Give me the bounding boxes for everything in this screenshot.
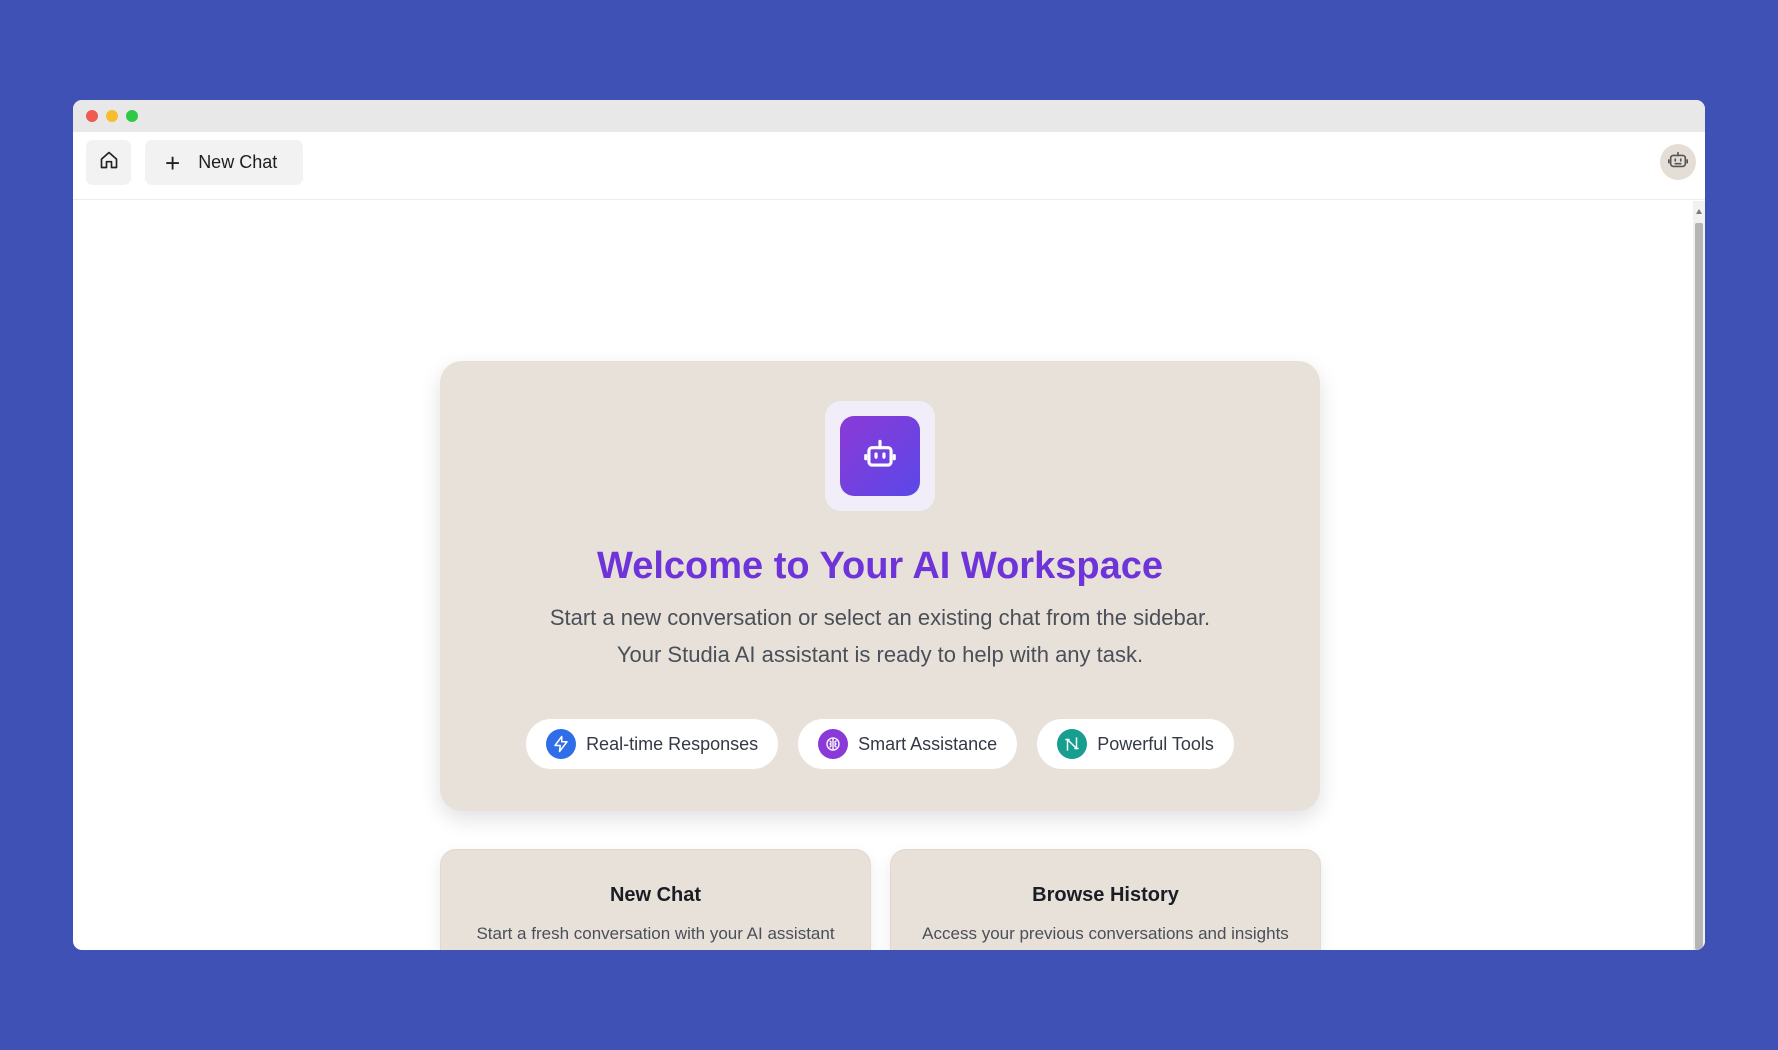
page-title: Welcome to Your AI Workspace (597, 545, 1163, 587)
feature-pill-label: Smart Assistance (858, 733, 998, 754)
lightning-icon (546, 729, 577, 759)
card-title: New Chat (609, 884, 702, 906)
subtitle-line-2: Your Studia AI assistant is ready to hel… (616, 642, 1144, 667)
window-titlebar (73, 100, 1705, 132)
robot-icon (861, 435, 899, 478)
main-content: Welcome to Your AI Workspace Start a new… (73, 201, 1693, 950)
app-window: + New Chat Welcome to Your AI Workspace … (73, 100, 1705, 950)
feature-pill-tools: Powerful Tools (1037, 719, 1234, 769)
scrollbar-thumb[interactable] (1695, 223, 1703, 950)
feature-pill-realtime: Real-time Responses (526, 719, 779, 769)
robot-icon (1667, 149, 1689, 176)
new-chat-button-label: New Chat (198, 152, 278, 172)
welcome-hero-card: Welcome to Your AI Workspace Start a new… (440, 361, 1320, 811)
home-button[interactable] (86, 140, 131, 185)
minimize-window-button[interactable] (106, 110, 118, 122)
subtitle-line-1: Start a new conversation or select an ex… (549, 605, 1211, 630)
welcome-subtitle: Start a new conversation or select an ex… (440, 599, 1320, 673)
maximize-window-button[interactable] (126, 110, 138, 122)
card-description: Access your previous conversations and i… (922, 924, 1289, 943)
card-title: Browse History (1032, 884, 1179, 906)
new-chat-card[interactable]: New Chat Start a fresh conversation with… (440, 849, 871, 950)
app-logo (825, 401, 935, 511)
assistant-avatar-button[interactable] (1660, 144, 1696, 180)
new-chat-button[interactable]: + New Chat (145, 140, 303, 185)
feature-pill-label: Real-time Responses (586, 733, 759, 754)
brain-icon (818, 729, 849, 759)
card-description: Start a fresh conversation with your AI … (476, 924, 835, 943)
feature-pill-smart: Smart Assistance (798, 719, 1018, 769)
feature-pills: Real-time Responses Smart Assistance Pow… (440, 719, 1320, 769)
home-icon (99, 150, 119, 175)
feature-pill-label: Powerful Tools (1097, 733, 1214, 754)
top-toolbar: + New Chat (73, 132, 1705, 200)
close-window-button[interactable] (86, 110, 98, 122)
scroll-up-arrow-icon[interactable] (1696, 209, 1702, 214)
plus-icon: + (165, 147, 181, 178)
vertical-scrollbar[interactable] (1693, 201, 1705, 950)
browse-history-card[interactable]: Browse History Access your previous conv… (890, 849, 1321, 950)
tools-icon (1057, 729, 1088, 759)
